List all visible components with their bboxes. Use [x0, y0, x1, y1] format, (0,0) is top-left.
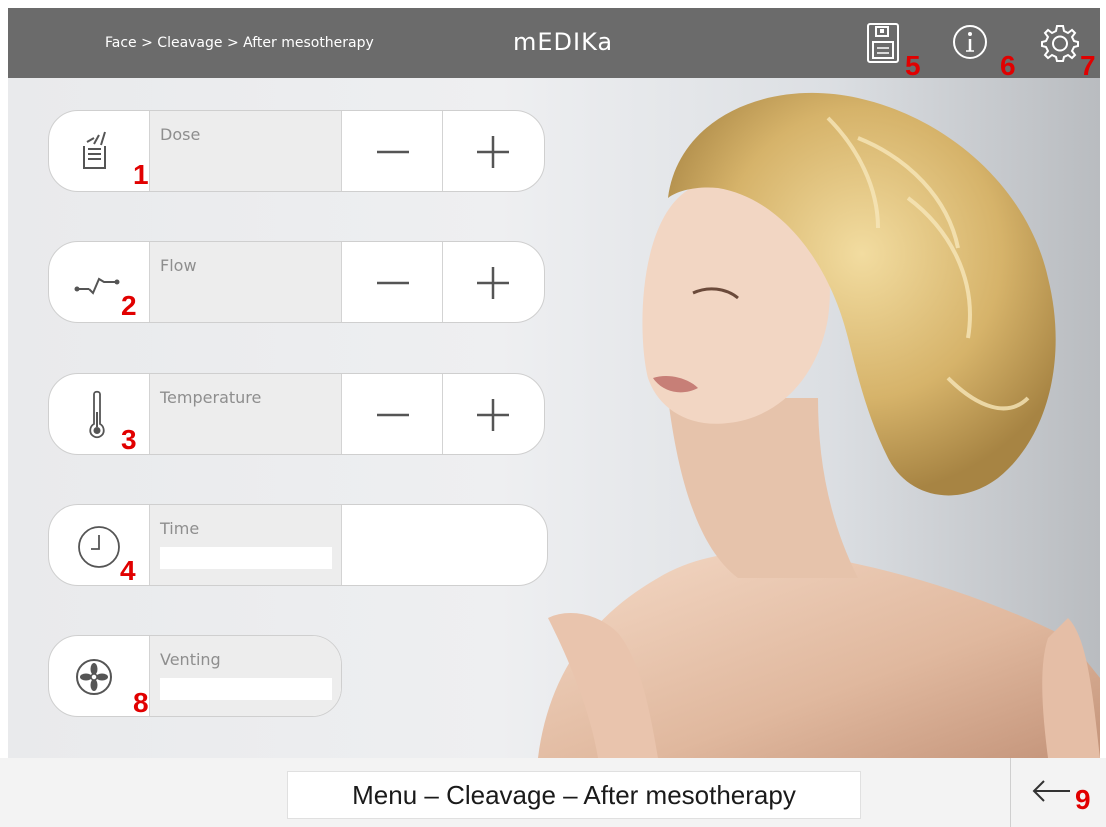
- minus-icon: [377, 281, 409, 285]
- venting-value-field[interactable]: [160, 678, 332, 700]
- woman-portrait-image: [538, 92, 1100, 758]
- top-bar: Face > Cleavage > After mesotherapy mEDI…: [8, 8, 1100, 81]
- marker-4: 4: [120, 555, 136, 586]
- time-label: Time: [160, 519, 200, 538]
- time-control: 4 Time: [48, 504, 548, 586]
- app-screen: Face > Cleavage > After mesotherapy mEDI…: [0, 0, 1106, 827]
- flow-label-panel: Flow: [150, 242, 342, 322]
- menu-title: Menu – Cleavage – After mesotherapy: [287, 771, 861, 819]
- save-button[interactable]: [866, 22, 906, 64]
- marker-9: 9: [1075, 784, 1091, 815]
- venting-label-panel: Venting: [150, 636, 341, 716]
- marker-5: 5: [905, 50, 921, 81]
- temperature-plus-button[interactable]: [443, 374, 544, 454]
- bottom-bar: Menu – Cleavage – After mesotherapy 9: [0, 758, 1106, 827]
- marker-7: 7: [1080, 50, 1096, 81]
- time-value-area: [342, 505, 546, 585]
- dose-minus-button[interactable]: [342, 111, 443, 191]
- plus-icon: [477, 399, 509, 431]
- back-button[interactable]: [1030, 776, 1080, 806]
- marker-6: 6: [1000, 50, 1016, 81]
- info-icon: [953, 25, 987, 59]
- dose-label-panel: Dose: [150, 111, 342, 191]
- settings-icon: [1041, 25, 1079, 62]
- time-value-field[interactable]: [160, 547, 332, 569]
- flow-minus-button[interactable]: [342, 242, 443, 322]
- dose-plus-button[interactable]: [443, 111, 544, 191]
- temperature-label: Temperature: [160, 388, 262, 407]
- divider: [1010, 758, 1011, 827]
- venting-control: 8 Venting: [48, 635, 342, 717]
- temperature-control: 3 Temperature: [48, 373, 545, 455]
- breadcrumb: Face > Cleavage > After mesotherapy: [105, 35, 374, 51]
- info-button[interactable]: [950, 22, 990, 64]
- marker-2: 2: [121, 290, 137, 321]
- marker-8: 8: [133, 687, 149, 717]
- main-panel: 1 Dose 2 Flow 3 Temperature 4 Time 8 Ven…: [8, 78, 1100, 758]
- flow-label: Flow: [160, 256, 197, 275]
- logo: mEDIKa: [513, 28, 613, 56]
- logo-text: mEDIKa: [513, 28, 614, 56]
- time-label-panel: Time: [150, 505, 342, 585]
- plus-icon: [477, 267, 509, 299]
- minus-icon: [377, 150, 409, 154]
- venting-label: Venting: [160, 650, 221, 669]
- dose-control: 1 Dose: [48, 110, 545, 192]
- minus-icon: [377, 413, 409, 417]
- dose-label: Dose: [160, 125, 201, 144]
- marker-1: 1: [133, 159, 149, 190]
- flow-control: 2 Flow: [48, 241, 545, 323]
- temperature-minus-button[interactable]: [342, 374, 443, 454]
- settings-button[interactable]: [1040, 22, 1080, 64]
- save-icon: [867, 23, 899, 63]
- marker-3: 3: [121, 424, 137, 455]
- flow-plus-button[interactable]: [443, 242, 544, 322]
- plus-icon: [477, 136, 509, 168]
- temperature-label-panel: Temperature: [150, 374, 342, 454]
- arrow-left-icon: [1032, 780, 1070, 802]
